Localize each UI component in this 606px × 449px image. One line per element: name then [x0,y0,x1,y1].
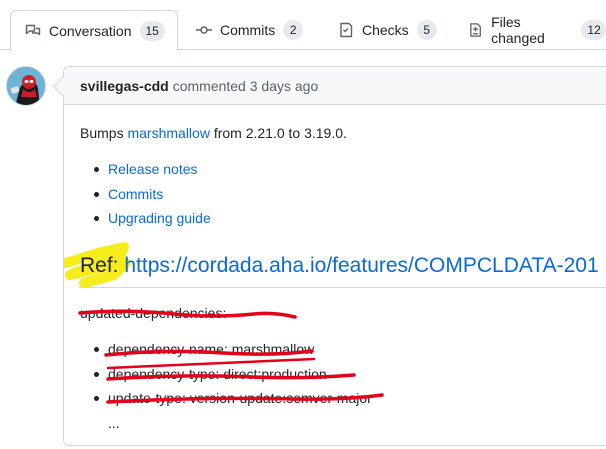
pr-tab-bar: Conversation 15 Commits 2 Checks 5 Files… [0,0,606,51]
tab-files-changed[interactable]: Files changed 12 [468,10,606,50]
list-item: update-type: version-update:semver-major [80,388,372,413]
bumps-suffix: from 2.21.0 to 3.19.0. [213,125,347,141]
comment-header: svillegas-cdd commented 3 days ago [64,67,606,105]
tab-files-changed-label: Files changed [491,14,545,46]
tab-commits-count: 2 [283,20,304,40]
comment-author-link[interactable]: svillegas-cdd [80,78,169,94]
list-item: Commits [80,184,211,209]
upgrading-guide-link[interactable]: Upgrading guide [108,210,211,226]
commits-link[interactable]: Commits [108,186,163,202]
tab-commits-label: Commits [220,22,276,38]
dependency-name-text: dependency-name: marshmallow [108,341,315,357]
avatar[interactable] [6,66,46,106]
list-item: Upgrading guide [80,208,211,233]
tab-conversation-count: 15 [139,20,165,41]
ref-url-link[interactable]: https://cordada.aha.io/features/COMPCLDA… [124,254,598,277]
list-item: Release notes [80,159,211,184]
tab-commits[interactable]: Commits 2 [196,10,304,50]
list-item: dependency-type: direct:production [80,364,372,389]
ellipsis-text: ... [108,415,120,431]
conversation-icon [25,24,41,35]
file-diff-icon [470,23,481,37]
dependency-type-text: dependency-type: direct:production [108,365,327,382]
bumps-sentence: Bumps marshmallow from 2.21.0 to 3.19.0. [80,123,347,143]
tab-files-changed-count: 12 [581,20,606,40]
updated-dependencies-label: updated-dependencies: [80,305,227,321]
comment-timestamp: commented 3 days ago [172,77,319,94]
release-notes-link[interactable]: Release notes [108,161,198,177]
ref-label: Ref: [80,254,119,277]
commit-icon [196,26,212,34]
checklist-icon [340,22,353,38]
links-list: Release notes Commits Upgrading guide [80,159,211,233]
tab-checks[interactable]: Checks 5 [338,10,437,50]
list-item: dependency-name: marshmallow [80,339,372,364]
update-type-text: update-type: version-update:semver-major [108,390,372,406]
avatar-image [7,67,45,105]
tab-conversation[interactable]: Conversation 15 [10,10,178,51]
pr-description-comment: svillegas-cdd commented 3 days ago Bumps… [63,66,606,446]
package-link[interactable]: marshmallow [127,125,209,141]
tab-checks-count: 5 [416,20,437,40]
dependency-list: dependency-name: marshmallow dependency-… [80,339,372,413]
heading-divider [79,287,606,288]
tab-conversation-label: Conversation [49,22,132,39]
tab-checks-label: Checks [362,22,409,38]
ref-heading: Ref: https://cordada.aha.io/features/COM… [80,251,599,281]
bumps-prefix: Bumps [80,125,124,141]
